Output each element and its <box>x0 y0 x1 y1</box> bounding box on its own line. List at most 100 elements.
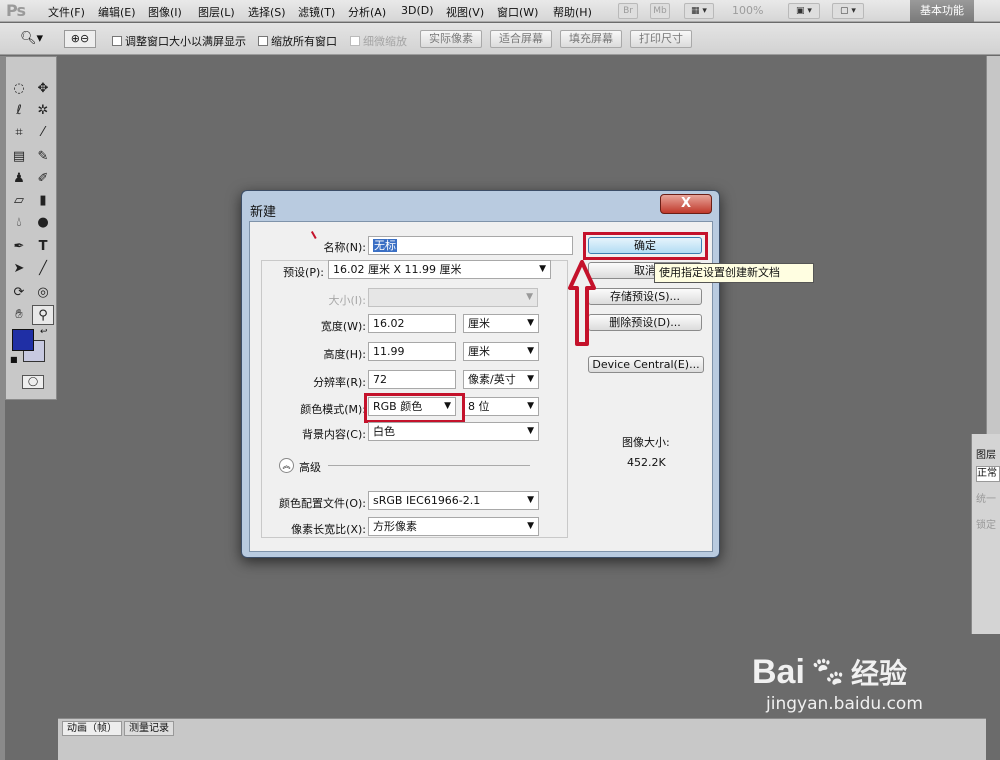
dodge-tool-icon[interactable]: ● <box>32 213 54 233</box>
paw-icon: 🐾︎ <box>808 654 848 690</box>
menu-help[interactable]: 帮助(H) <box>553 4 592 20</box>
zoom-tool-icon[interactable]: 🔍︎▾ <box>20 31 43 46</box>
foreground-color-swatch[interactable] <box>12 329 34 351</box>
screen-mode-icon[interactable]: ▢ ▾ <box>832 3 864 19</box>
size-label: 大小(I): <box>328 294 366 307</box>
fit-screen-button[interactable]: 适合屏幕 <box>490 30 552 48</box>
view-extras-icon[interactable]: ▦ ▾ <box>684 3 714 19</box>
advanced-label: 高级 <box>299 461 321 474</box>
zoom-tool-icon[interactable]: ⚲ <box>32 305 54 325</box>
width-label: 宽度(W): <box>320 320 366 333</box>
blend-mode-select[interactable]: 正常 <box>976 466 1000 482</box>
menu-edit[interactable]: 编辑(E) <box>98 4 136 20</box>
clone-stamp-icon[interactable]: ♟ <box>8 169 30 189</box>
tab-animation[interactable]: 动画（帧） <box>62 721 122 736</box>
photoshop-logo: Ps <box>6 1 26 20</box>
right-panel-dock <box>986 56 1000 466</box>
resolution-unit-select[interactable]: 像素/英寸 ▼ <box>463 370 539 389</box>
preset-select[interactable]: 16.02 厘米 X 11.99 厘米 ▼ <box>328 260 551 279</box>
lock-label: 锁定 <box>976 520 996 531</box>
chevron-down-icon: ▼ <box>527 426 534 436</box>
marquee-tool-icon[interactable]: ◌ <box>8 79 30 99</box>
workspace-switcher[interactable]: 基本功能 <box>910 0 974 22</box>
quick-mask-icon[interactable]: ◯ <box>22 375 44 389</box>
swap-colors-icon[interactable]: ↩ <box>40 327 48 337</box>
resolution-input[interactable]: 72 <box>368 370 456 389</box>
dialog-title: 新建 <box>250 205 277 220</box>
gradient-tool-icon[interactable]: ▮ <box>32 191 54 211</box>
close-button[interactable]: X <box>660 194 712 214</box>
layers-panel: 图层 正常 统一 锁定 <box>971 434 1000 634</box>
zoom-level[interactable]: 100% <box>732 4 763 17</box>
eyedropper-icon[interactable]: ⁄ <box>32 123 54 143</box>
fill-screen-button[interactable]: 填充屏幕 <box>560 30 622 48</box>
highlight-box-color-mode <box>364 393 465 423</box>
line-tool-icon[interactable]: ╱ <box>32 259 54 279</box>
height-unit-select[interactable]: 厘米 ▼ <box>463 342 539 361</box>
menu-file[interactable]: 文件(F) <box>48 4 85 20</box>
background-select[interactable]: 白色 ▼ <box>368 422 539 441</box>
watermark-brand-tail: 经验 <box>851 657 908 690</box>
image-size-value: 452.2K <box>627 456 666 469</box>
menu-layer[interactable]: 图层(L) <box>198 4 235 20</box>
zoom-all-windows-checkbox[interactable]: 缩放所有窗口 <box>258 33 337 49</box>
mini-bridge-button[interactable]: Mb <box>650 3 670 19</box>
resize-windows-checkbox[interactable]: 调整窗口大小以满屏显示 <box>112 33 246 49</box>
menu-bar: Ps 文件(F) 编辑(E) 图像(I) 图层(L) 选择(S) 滤镜(T) 分… <box>0 0 1000 22</box>
height-input[interactable]: 11.99 <box>368 342 456 361</box>
arrange-documents-icon[interactable]: ▣ ▾ <box>788 3 820 19</box>
menu-select[interactable]: 选择(S) <box>248 4 286 20</box>
color-profile-select[interactable]: sRGB IEC61966-2.1 ▼ <box>368 491 539 510</box>
crop-tool-icon[interactable]: ⌗ <box>8 123 30 143</box>
path-selection-icon[interactable]: ➤ <box>8 259 30 279</box>
new-document-dialog: 新建 X 名称(N): 无标 预设(P): 16.02 厘米 X 11.99 厘… <box>241 190 720 558</box>
size-select[interactable]: ▼ <box>368 288 538 307</box>
scrubby-zoom-checkbox[interactable]: 细微缩放 <box>350 33 407 49</box>
actual-pixels-button[interactable]: 实际像素 <box>420 30 482 48</box>
menu-3d[interactable]: 3D(D) <box>401 4 434 17</box>
hand-tool-icon[interactable]: ✋︎ <box>8 305 30 325</box>
delete-preset-button[interactable]: 删除预设(D)... <box>588 314 702 331</box>
name-input[interactable]: 无标 <box>368 236 573 255</box>
history-brush-icon[interactable]: ✐ <box>32 169 54 189</box>
width-unit-select[interactable]: 厘米 ▼ <box>463 314 539 333</box>
menu-analysis[interactable]: 分析(A) <box>348 4 386 20</box>
pixel-aspect-label: 像素长宽比(X): <box>291 523 366 536</box>
default-colors-icon[interactable]: ■ <box>10 355 18 364</box>
pixel-aspect-select[interactable]: 方形像素 ▼ <box>368 517 539 536</box>
brush-tool-icon[interactable]: ✎ <box>32 147 54 167</box>
advanced-toggle-icon[interactable]: ︽ <box>279 458 294 473</box>
blur-tool-icon[interactable]: 💧︎ <box>8 213 30 233</box>
menu-filter[interactable]: 滤镜(T) <box>298 4 335 20</box>
3d-orbit-icon[interactable]: ◎ <box>32 283 54 303</box>
tooltip: 使用指定设置创建新文档 <box>654 263 814 283</box>
layers-tab[interactable]: 图层 <box>976 446 996 461</box>
pen-tool-icon[interactable]: ✒ <box>8 237 30 257</box>
type-tool-icon[interactable]: T <box>32 237 54 257</box>
move-tool-icon[interactable]: ✥ <box>32 79 54 99</box>
magic-wand-icon[interactable]: ✲ <box>32 101 54 121</box>
toolbox: ◌ ✥ ℓ ✲ ⌗ ⁄ ▤ ✎ ♟ ✐ ▱ ▮ 💧︎ ● ✒ T ➤ ╱ ⟳ ◎… <box>5 56 57 400</box>
tab-measurement-log[interactable]: 测量记录 <box>124 721 174 736</box>
bridge-button[interactable]: Br <box>618 3 638 19</box>
eraser-tool-icon[interactable]: ▱ <box>8 191 30 211</box>
bit-depth-select[interactable]: 8 位 ▼ <box>463 397 539 416</box>
divider <box>328 465 530 466</box>
menu-image[interactable]: 图像(I) <box>148 4 182 20</box>
lasso-tool-icon[interactable]: ℓ <box>8 101 30 121</box>
watermark: Bai 🐾︎ 经验 jingyan.baidu.com <box>752 652 923 715</box>
3d-rotate-icon[interactable]: ⟳ <box>8 283 30 303</box>
chevron-down-icon: ▼ <box>539 264 546 274</box>
save-preset-button[interactable]: 存储预设(S)... <box>588 288 702 305</box>
zoom-in-out-icon[interactable]: ⊕⊖ <box>64 30 96 48</box>
dialog-body: 名称(N): 无标 预设(P): 16.02 厘米 X 11.99 厘米 ▼ 大小… <box>249 221 713 552</box>
image-size-label: 图像大小: <box>622 436 670 449</box>
width-input[interactable]: 16.02 <box>368 314 456 333</box>
print-size-button[interactable]: 打印尺寸 <box>630 30 692 48</box>
menu-window[interactable]: 窗口(W) <box>497 4 538 20</box>
resolution-label: 分辨率(R): <box>313 376 366 389</box>
device-central-button[interactable]: Device Central(E)... <box>588 356 704 373</box>
healing-brush-icon[interactable]: ▤ <box>8 147 30 167</box>
name-label: 名称(N): <box>323 241 366 254</box>
menu-view[interactable]: 视图(V) <box>446 4 484 20</box>
